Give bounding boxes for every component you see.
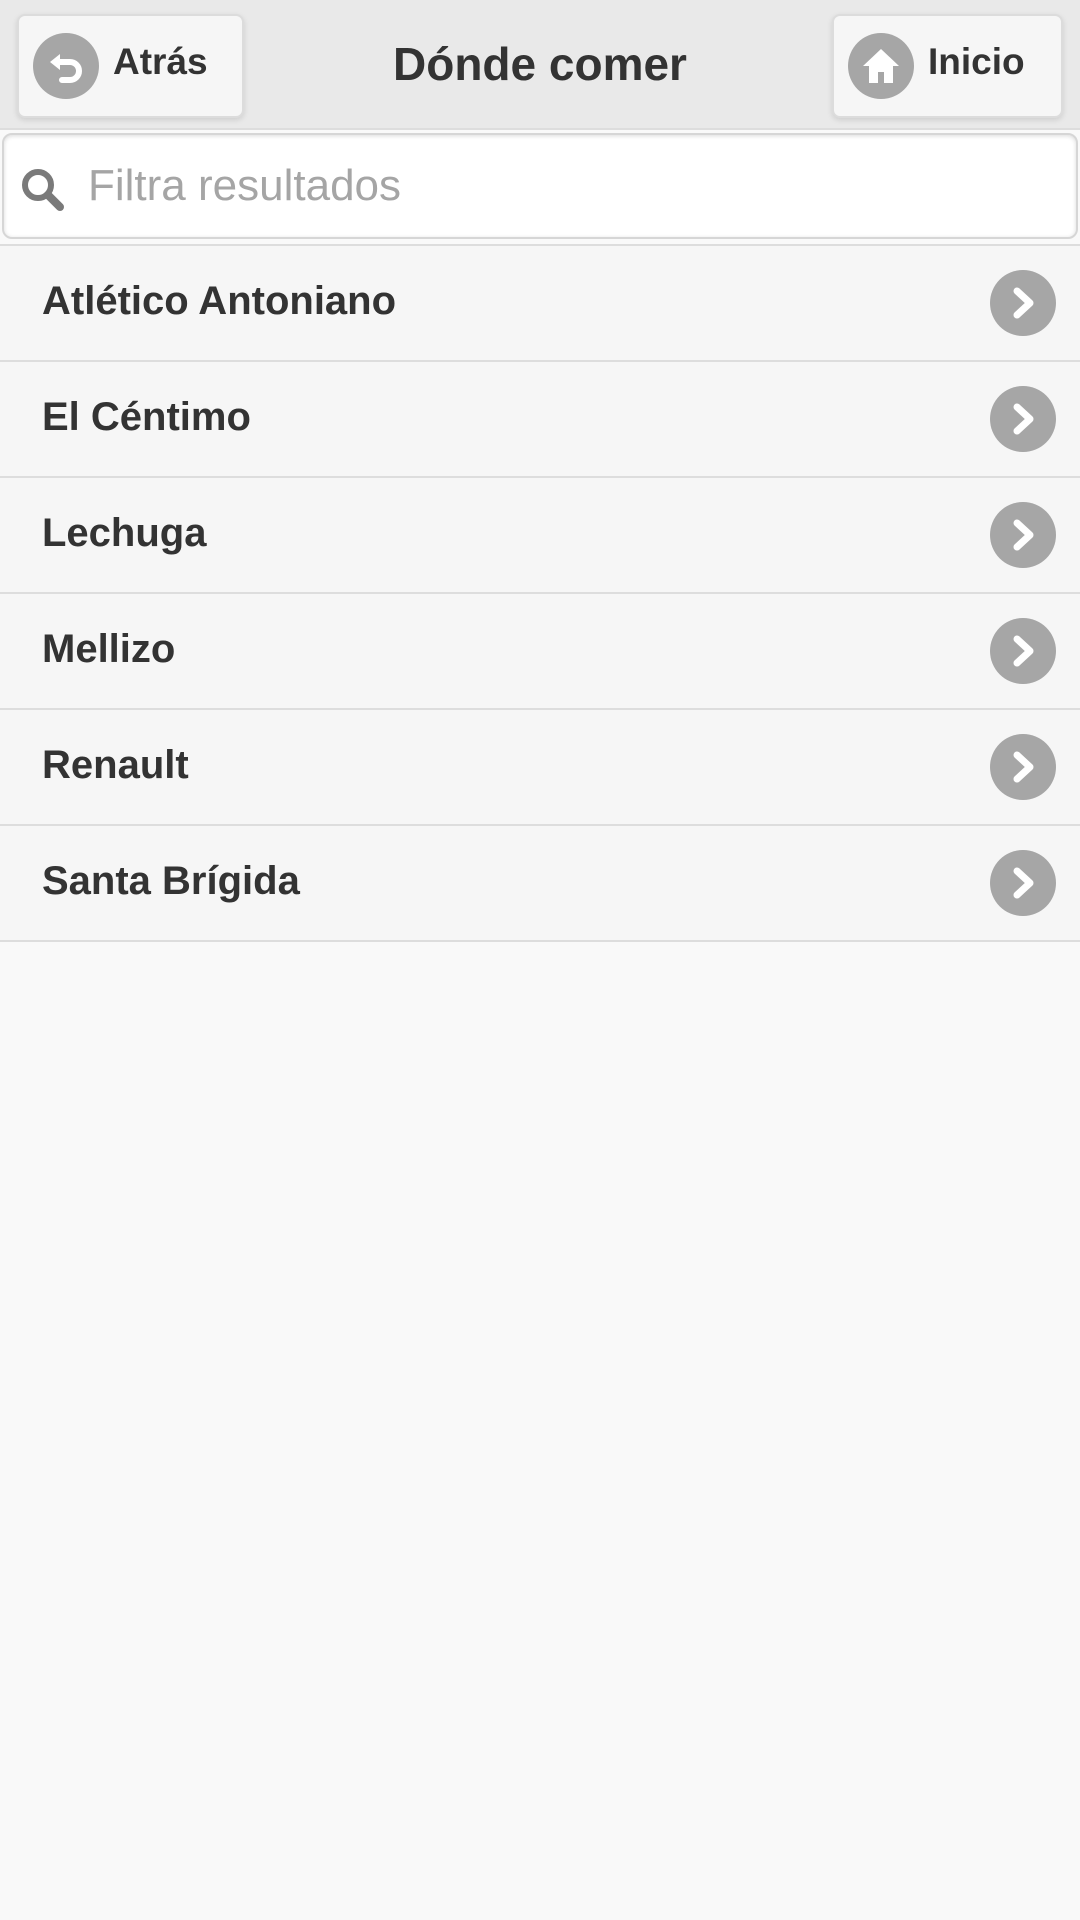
back-button-label: Atrás [113,41,208,82]
chevron-right-icon [990,618,1056,684]
home-icon [848,33,914,99]
list-item[interactable]: Santa Brígida [0,826,1080,942]
chevron-right-icon [990,502,1056,568]
chevron-right-icon [990,734,1056,800]
list-item-label: Renault [42,743,189,787]
home-button[interactable]: Inicio [832,14,1063,118]
page-title: Dónde comer [393,38,687,90]
chevron-right-icon [990,270,1056,336]
list-item[interactable]: Renault [0,710,1080,826]
home-button-label: Inicio [928,41,1025,82]
header-bar: Atrás Dónde comer Inicio [0,0,1080,130]
search-icon [18,165,66,213]
search-bar [2,133,1078,239]
list-item-label: Santa Brígida [42,859,300,903]
list-item-label: Atlético Antoniano [42,279,397,323]
list-item-label: Mellizo [42,627,176,671]
list-item[interactable]: Lechuga [0,478,1080,594]
list-item[interactable]: El Céntimo [0,362,1080,478]
chevron-right-icon [990,850,1056,916]
back-button[interactable]: Atrás [17,14,244,118]
list-item-label: Lechuga [42,511,207,555]
list-item[interactable]: Atlético Antoniano [0,246,1080,362]
search-input[interactable] [88,135,1058,237]
list-item[interactable]: Mellizo [0,594,1080,710]
list-item-label: El Céntimo [42,395,251,439]
back-arrow-icon [33,33,99,99]
chevron-right-icon [990,386,1056,452]
restaurant-list: Atlético Antoniano El Céntimo Lechuga Me… [0,244,1080,942]
